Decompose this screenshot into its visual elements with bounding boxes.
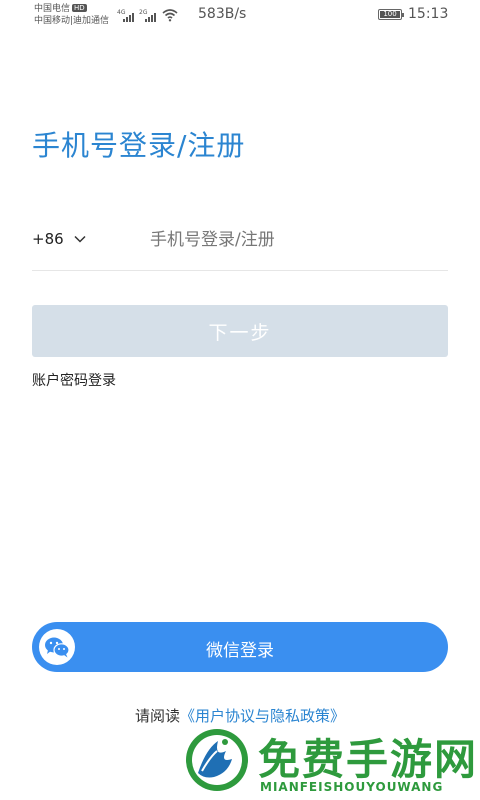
watermark-subtitle: MIANFEISHOUYOUWANG xyxy=(260,780,444,794)
carrier-info: 中国电信 HD 中国移动|迪加通信 xyxy=(34,3,109,27)
status-bar: 中国电信 HD 中国移动|迪加通信 4G 2G 583B/s 100 15:13 xyxy=(0,0,480,32)
carrier-secondary: 中国移动|迪加通信 xyxy=(34,16,110,26)
phone-input-row: +86 xyxy=(32,216,448,271)
battery-level: 100 xyxy=(380,11,400,18)
carrier-primary: 中国电信 xyxy=(34,4,71,14)
wifi-icon xyxy=(162,9,178,22)
page-title: 手机号登录/注册 xyxy=(32,129,246,162)
country-code-selector[interactable]: +86 xyxy=(32,230,86,248)
battery-icon: 100 xyxy=(378,9,404,20)
chevron-down-icon xyxy=(74,235,86,243)
signal-4g-label: 4G xyxy=(117,9,126,16)
phone-input[interactable] xyxy=(150,222,440,258)
wechat-login-button[interactable]: 微信登录 xyxy=(32,622,448,672)
signal-4g-icon: 4G xyxy=(117,9,134,22)
password-login-link[interactable]: 账户密码登录 xyxy=(32,370,116,390)
watermark-logo-icon xyxy=(186,729,248,791)
next-button[interactable]: 下一步 xyxy=(32,305,448,357)
clock: 15:13 xyxy=(408,6,449,22)
network-speed: 583B/s xyxy=(198,6,247,22)
wechat-login-label: 微信登录 xyxy=(206,641,274,661)
signal-2g-icon: 2G xyxy=(139,9,156,22)
watermark-title: 免费手游网 xyxy=(258,735,479,784)
country-code-label: +86 xyxy=(32,230,64,248)
site-watermark: 免费手游网 MIANFEISHOUYOUWANG xyxy=(182,722,476,800)
hd-badge: HD xyxy=(72,4,87,12)
agreement-prefix: 请阅读 xyxy=(134,707,180,725)
signal-indicators: 4G 2G xyxy=(117,8,178,22)
signal-2g-label: 2G xyxy=(139,9,148,16)
